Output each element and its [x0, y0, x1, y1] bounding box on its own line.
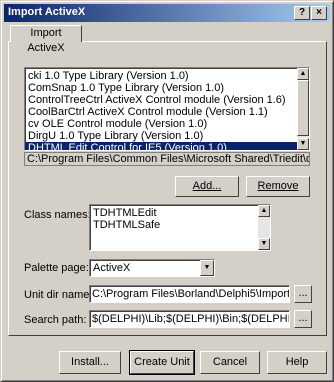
list-item[interactable]: ControlTreeCtrl ActiveX Control module (… [25, 94, 309, 106]
class-name-line: TDHTMLEdit [93, 207, 157, 219]
browse-unit-dir-button[interactable]: ... [294, 285, 312, 303]
library-file-path: C:\Program Files\Common Files\Microsoft … [24, 152, 310, 166]
remove-button-label: Remove [257, 180, 299, 192]
class-names-memo[interactable]: TDHTMLEdit TDHTMLSafe ▲ ▼ [89, 204, 271, 251]
help-button[interactable]: Help [267, 351, 327, 374]
scroll-up-icon[interactable]: ▲ [297, 68, 309, 80]
palette-page-value: ActiveX [93, 262, 131, 274]
title-bar[interactable]: Import ActiveX ? × [4, 4, 330, 22]
tab-import-activex[interactable]: Import ActiveX [10, 25, 82, 54]
list-item[interactable]: CoolBarCtrl ActiveX Control module (Vers… [25, 106, 309, 118]
list-item-selected[interactable]: DHTML Edit Control for IE5 (Version 1.0) [25, 142, 309, 150]
add-button[interactable]: Add... [175, 176, 239, 197]
class-names-label: Class names: [24, 209, 91, 221]
scroll-down-icon[interactable]: ▼ [297, 138, 309, 150]
palette-page-label: Palette page: [24, 262, 89, 274]
cancel-button[interactable]: Cancel [200, 351, 260, 374]
search-path-label: Search path: [24, 314, 87, 326]
chevron-down-icon[interactable]: ▼ [200, 260, 214, 276]
list-item[interactable]: cv OLE Control module (Version 1.0) [25, 118, 309, 130]
close-title-button[interactable]: × [311, 6, 327, 20]
unit-dir-label: Unit dir name: [24, 289, 93, 301]
list-scrollbar[interactable]: ▲ ▼ [297, 68, 309, 150]
browse-search-path-button[interactable]: ... [294, 310, 312, 328]
window-title: Import ActiveX [8, 6, 86, 18]
list-item[interactable]: DirgU 1.0 Type Library (Version 1.0) [25, 130, 309, 142]
scroll-down-icon[interactable]: ▼ [258, 238, 270, 250]
class-name-line: TDHTMLSafe [93, 219, 161, 231]
scroll-thumb[interactable] [297, 80, 309, 136]
import-activex-dialog: Import ActiveX ? × Import ActiveX cki 1.… [0, 0, 334, 382]
unit-dir-input[interactable]: C:\Program Files\Borland\Delphi5\Imports [89, 285, 290, 303]
palette-page-combo[interactable]: ActiveX ▼ [89, 259, 215, 277]
scroll-up-icon[interactable]: ▲ [258, 205, 270, 217]
list-item[interactable]: ComSnap 1.0 Type Library (Version 1.0) [25, 82, 309, 94]
remove-button[interactable]: Remove [246, 176, 310, 197]
add-button-label: Add... [192, 180, 222, 192]
help-title-button[interactable]: ? [294, 6, 310, 20]
type-library-list[interactable]: cki 1.0 Type Library (Version 1.0) ComSn… [24, 67, 310, 151]
list-item[interactable]: cki 1.0 Type Library (Version 1.0) [25, 70, 309, 82]
install-button[interactable]: Install... [59, 351, 121, 374]
search-path-input[interactable]: $(DELPHI)\Lib;$(DELPHI)\Bin;$(DELPHI)\Im… [89, 310, 290, 328]
memo-scrollbar[interactable]: ▲ ▼ [258, 205, 270, 250]
create-unit-button[interactable]: Create Unit [129, 350, 195, 375]
